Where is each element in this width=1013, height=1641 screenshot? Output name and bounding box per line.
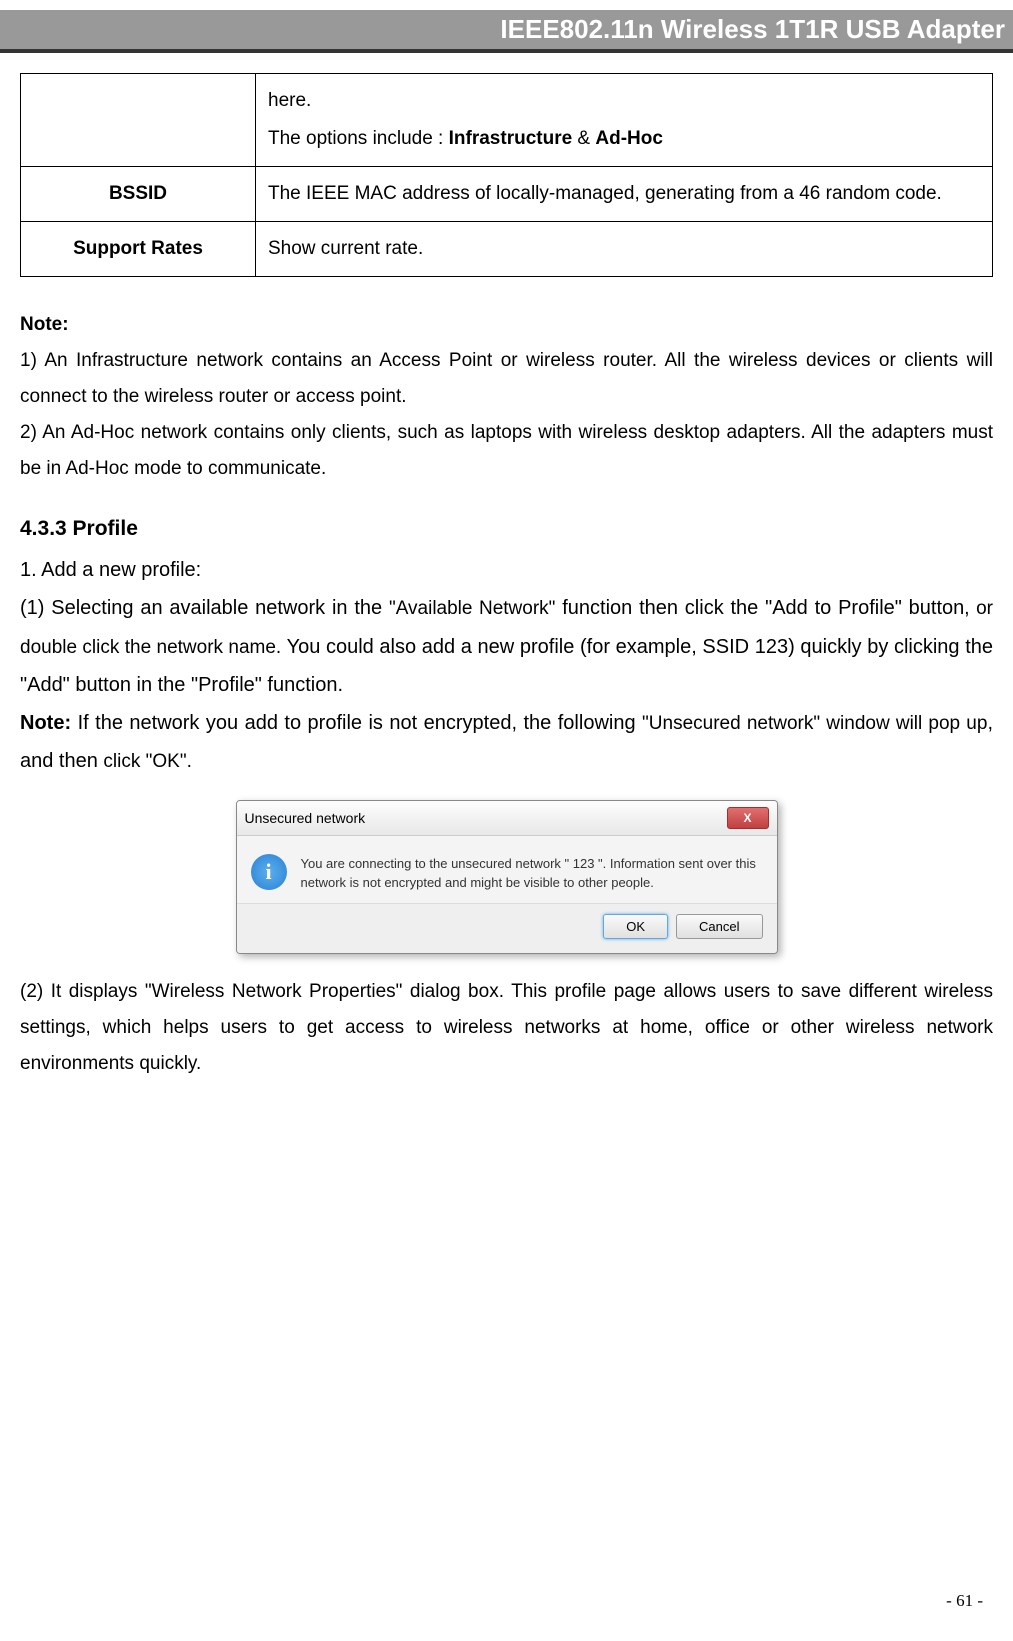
add-profile-line: 1. Add a new profile:: [20, 551, 993, 589]
ok-button[interactable]: OK: [603, 914, 668, 939]
dialog-body: i You are connecting to the unsecured ne…: [237, 836, 777, 903]
header-title: IEEE802.11n Wireless 1T1R USB Adapter: [500, 14, 1005, 44]
table-desc-bssid: The IEEE MAC address of locally-managed,…: [256, 167, 993, 222]
paragraph-2: (2) It displays "Wireless Network Proper…: [20, 974, 993, 1082]
table-label-bssid: BSSID: [21, 167, 256, 222]
close-icon[interactable]: X: [727, 807, 769, 829]
info-icon: i: [251, 854, 287, 890]
document-header: IEEE802.11n Wireless 1T1R USB Adapter: [0, 10, 1013, 53]
table-row: Support Rates Show current rate.: [21, 222, 993, 277]
table-desc-rates: Show current rate.: [256, 222, 993, 277]
table-row: BSSID The IEEE MAC address of locally-ma…: [21, 167, 993, 222]
note-paragraph: Note: If the network you add to profile …: [20, 704, 993, 780]
definitions-table: here. The options include : Infrastructu…: [20, 73, 993, 277]
section-heading: 4.3.3 Profile: [20, 517, 993, 541]
note-item-2: 2) An Ad-Hoc network contains only clien…: [20, 415, 993, 487]
table-label-rates: Support Rates: [21, 222, 256, 277]
page-number: - 61 -: [0, 1581, 1013, 1631]
note-title: Note:: [20, 307, 993, 343]
unsecured-network-dialog: Unsecured network X i You are connecting…: [236, 800, 778, 954]
table-label-empty: [21, 74, 256, 167]
note-item-1: 1) An Infrastructure network contains an…: [20, 343, 993, 415]
dialog-message: You are connecting to the unsecured netw…: [301, 854, 763, 893]
table-desc-networktype: here. The options include : Infrastructu…: [256, 74, 993, 167]
dialog-titlebar: Unsecured network X: [237, 801, 777, 836]
cancel-button[interactable]: Cancel: [676, 914, 762, 939]
note-section: Note: 1) An Infrastructure network conta…: [20, 307, 993, 487]
table-row: here. The options include : Infrastructu…: [21, 74, 993, 167]
dialog-title: Unsecured network: [245, 810, 727, 826]
dialog-button-row: OK Cancel: [237, 903, 777, 953]
paragraph-1: (1) Selecting an available network in th…: [20, 589, 993, 703]
dialog-screenshot: Unsecured network X i You are connecting…: [20, 800, 993, 954]
